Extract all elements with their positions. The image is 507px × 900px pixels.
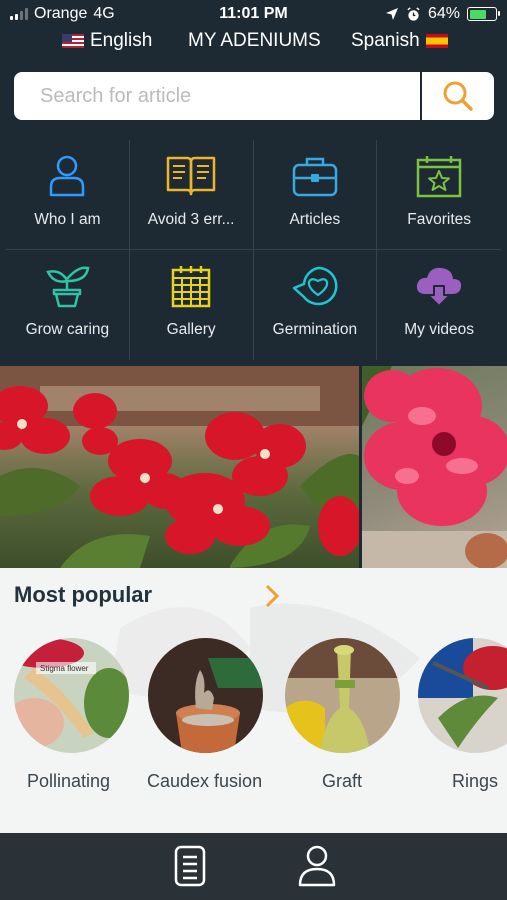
language-bar: English MY ADENIUMS Spanish (0, 28, 507, 60)
menu-item-germination[interactable]: Germination (254, 250, 378, 360)
calendar-star-icon (416, 156, 462, 198)
menu-item-avoid-errors[interactable]: Avoid 3 err... (129, 140, 254, 250)
tab-articles[interactable] (174, 845, 206, 892)
tab-profile[interactable] (298, 845, 336, 892)
menu-label: Grow caring (25, 321, 110, 338)
thumb-caption: Stigma flower (40, 664, 89, 673)
alarm-icon (407, 6, 420, 21)
caudex-fusion-photo (148, 638, 263, 753)
open-book-icon (166, 156, 216, 196)
red-flowers-illustration (0, 366, 359, 568)
menu-label: Germination (272, 321, 358, 338)
menu-item-articles[interactable]: Articles (253, 140, 378, 250)
popular-label-rings: Rings (452, 771, 499, 791)
menu-item-who-i-am[interactable]: Who I am (6, 140, 130, 250)
search-button[interactable] (422, 72, 494, 120)
menu-grid: Who I am Avoid 3 err... Articles Favorit… (6, 140, 501, 360)
menu-item-favorites[interactable]: Favorites (377, 140, 501, 250)
search-bar (14, 72, 494, 120)
calendar-grid-icon (171, 266, 211, 308)
search-icon (443, 81, 473, 111)
popular-thumb-pollinating[interactable]: Stigma flower (14, 638, 129, 753)
search-input[interactable] (14, 72, 420, 120)
chevron-right-icon (265, 584, 280, 608)
menu-label: Gallery (166, 321, 216, 338)
menu-item-gallery[interactable]: Gallery (130, 250, 254, 360)
potted-plant-icon (46, 266, 90, 308)
spanish-language-button[interactable]: Spanish (351, 30, 448, 52)
pink-flower-illustration (362, 366, 507, 568)
spanish-label: Spanish (351, 30, 420, 51)
popular-label-caudex-fusion: Caudex fusion (147, 771, 263, 791)
red-adenium-photo[interactable] (0, 366, 359, 568)
menu-label: Avoid 3 err... (147, 211, 235, 228)
most-popular-section: Most popular Stigma flower Pollinating C… (0, 568, 507, 833)
rings-photo (418, 638, 507, 753)
popular-thumb-caudex-fusion[interactable] (148, 638, 263, 753)
cloud-download-icon (417, 267, 462, 307)
menu-item-my-videos[interactable]: My videos (377, 250, 501, 360)
menu-label: Articles (289, 211, 341, 228)
popular-label-pollinating: Pollinating (27, 771, 111, 791)
menu-label: My videos (404, 321, 475, 338)
pink-adenium-photo[interactable] (362, 366, 507, 568)
spain-flag-icon (425, 34, 448, 48)
location-arrow-icon (385, 8, 398, 20)
featured-banner[interactable] (0, 366, 507, 568)
menu-label: Favorites (407, 211, 471, 228)
popular-thumb-rings[interactable] (418, 638, 507, 753)
bottom-tab-bar (0, 833, 507, 900)
battery-percent: 64% (427, 5, 460, 22)
user-icon (298, 845, 336, 887)
app-title: MY ADENIUMS (188, 30, 321, 51)
status-bar: Orange 4G 11:01 PM 64% (0, 0, 507, 28)
heart-bubble-icon (292, 266, 338, 306)
person-icon (50, 155, 85, 197)
battery-icon (467, 7, 500, 21)
pollinating-photo: Stigma flower (14, 638, 129, 753)
menu-item-grow-caring[interactable]: Grow caring (6, 250, 130, 360)
us-flag-icon (62, 34, 84, 48)
document-icon (174, 845, 206, 887)
popular-label-graft: Graft (322, 771, 363, 791)
english-label: English (90, 30, 153, 51)
briefcase-icon (292, 157, 338, 197)
status-right: 64% (385, 5, 500, 23)
menu-label: Who I am (34, 211, 101, 228)
most-popular-more-button[interactable] (262, 582, 282, 615)
most-popular-title: Most popular (14, 582, 153, 607)
graft-photo (285, 638, 400, 753)
popular-carousel[interactable]: Stigma flower Pollinating Caudex fusion (0, 638, 507, 808)
english-language-button[interactable]: English (62, 30, 152, 52)
popular-thumb-graft[interactable] (285, 638, 400, 753)
